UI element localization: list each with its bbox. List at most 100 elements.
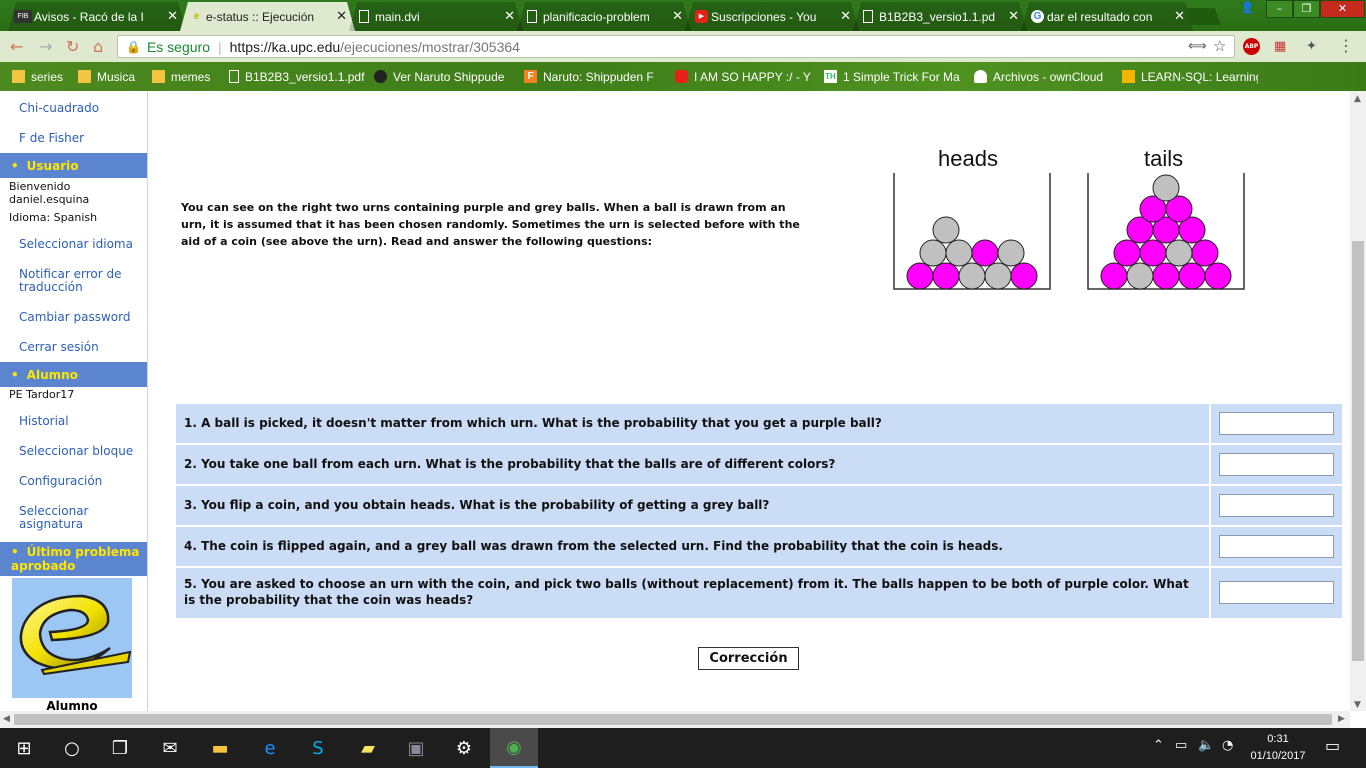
sidebar-link-configuracion[interactable]: Configuración bbox=[19, 475, 102, 488]
sidebar-link-seleccionar-idioma[interactable]: Seleccionar idioma bbox=[19, 238, 133, 251]
tab-e-status[interactable]: e e-status :: Ejecución ✕ bbox=[180, 2, 355, 31]
tab-b1b2b3[interactable]: B1B2B3_versio1.1.pd ✕ bbox=[853, 2, 1027, 31]
question-text: 3. You flip a coin, and you obtain heads… bbox=[184, 498, 770, 512]
sidebar-link-f-de-fisher[interactable]: F de Fisher bbox=[19, 132, 84, 145]
scroll-up-icon[interactable]: ▲ bbox=[1354, 94, 1361, 104]
close-icon[interactable]: ✕ bbox=[167, 8, 178, 24]
close-icon[interactable]: ✕ bbox=[1174, 8, 1185, 24]
wifi-icon[interactable]: ◔ bbox=[1222, 738, 1233, 753]
purple-ball bbox=[1100, 262, 1128, 290]
chrome-icon[interactable]: ◉ bbox=[490, 728, 538, 768]
cell-divider bbox=[1209, 486, 1211, 525]
adblock-icon[interactable]: ABP bbox=[1243, 38, 1260, 55]
edge-icon[interactable]: e bbox=[246, 728, 294, 768]
reload-icon[interactable]: ↻ bbox=[66, 37, 79, 56]
bookmark-happy[interactable]: I AM SO HAPPY :/ - Y bbox=[675, 68, 815, 85]
bookmark-b1b2b3[interactable]: B1B2B3_versio1.1.pdf bbox=[229, 68, 369, 85]
task-view-icon[interactable]: ❐ bbox=[96, 728, 144, 768]
answer-input-5[interactable] bbox=[1219, 581, 1334, 604]
menu-icon[interactable]: ⋮ bbox=[1338, 36, 1354, 55]
purple-ball bbox=[1152, 262, 1180, 290]
app-icon[interactable]: ▣ bbox=[392, 728, 440, 768]
lock-icon: 🔒 bbox=[126, 39, 141, 54]
scroll-down-icon[interactable]: ▼ bbox=[1354, 700, 1361, 710]
bookmark-memes[interactable]: memes bbox=[152, 68, 220, 85]
scroll-left-icon[interactable]: ◀ bbox=[3, 714, 10, 724]
forward-icon[interactable]: → bbox=[39, 37, 52, 56]
tab-strip: FIB Avisos - Racó de la I ✕ e e-status :… bbox=[0, 0, 1366, 31]
question-text: 4. The coin is flipped again, and a grey… bbox=[184, 539, 1003, 553]
file-explorer-icon[interactable]: ▬ bbox=[196, 728, 244, 768]
answer-input-1[interactable] bbox=[1219, 412, 1334, 435]
minimize-icon[interactable]: – bbox=[1266, 0, 1293, 18]
sidebar-link-chi-cuadrado[interactable]: Chi-cuadrado bbox=[19, 102, 99, 115]
cloud-icon bbox=[974, 70, 987, 83]
cell-divider bbox=[1209, 445, 1211, 484]
translate-icon[interactable]: ⟺ bbox=[1188, 39, 1207, 54]
correccion-button[interactable]: Corrección bbox=[698, 647, 799, 670]
purple-ball bbox=[1191, 239, 1219, 267]
sidebar-link-cerrar-sesion[interactable]: Cerrar sesión bbox=[19, 341, 99, 354]
battery-icon[interactable]: ▭ bbox=[1175, 738, 1187, 753]
notifications-icon[interactable]: ▭ bbox=[1325, 736, 1340, 755]
sidebar-link-historial[interactable]: Historial bbox=[19, 415, 69, 428]
bookmark-naruto-1[interactable]: Ver Naruto Shippude bbox=[374, 68, 512, 85]
tab-google-search[interactable]: G dar el resultado con ✕ bbox=[1021, 2, 1193, 31]
bookmark-owncloud[interactable]: Archivos - ownCloud bbox=[974, 68, 1112, 85]
problem-intro: You can see on the right two urns contai… bbox=[181, 201, 800, 248]
skype-icon[interactable]: S bbox=[294, 728, 342, 768]
bookmark-naruto-2[interactable]: F Naruto: Shippuden F bbox=[524, 68, 662, 85]
tab-planificacio[interactable]: planificacio-problem ✕ bbox=[517, 2, 691, 31]
sidebar-heading-ultimo-problema: • Último problema aprobado bbox=[0, 542, 147, 576]
clock-date: 01/10/2017 bbox=[1250, 750, 1306, 762]
document-icon bbox=[359, 10, 369, 23]
close-icon[interactable]: ✕ bbox=[336, 8, 347, 24]
sidebar-link-cambiar-password[interactable]: Cambiar password bbox=[19, 311, 130, 324]
google-icon: G bbox=[1031, 10, 1044, 23]
sidebar-link-notificar-error[interactable]: Notificar error de traducción bbox=[19, 268, 129, 294]
close-icon[interactable]: ✕ bbox=[504, 8, 515, 24]
search-icon[interactable]: ○ bbox=[48, 728, 96, 768]
steam-icon[interactable]: ⚙ bbox=[440, 728, 488, 768]
horizontal-scroll-thumb[interactable] bbox=[14, 714, 1332, 725]
scroll-right-icon[interactable]: ▶ bbox=[1338, 714, 1345, 724]
mail-icon[interactable]: ✉ bbox=[146, 728, 194, 768]
tab-suscripciones[interactable]: ▶ Suscripciones - You ✕ bbox=[685, 2, 859, 31]
extension-icon[interactable]: ✦ bbox=[1306, 39, 1317, 54]
star-icon[interactable]: ☆ bbox=[1213, 37, 1226, 55]
sticky-notes-icon[interactable]: ▰ bbox=[344, 728, 392, 768]
question-text: 2. You take one ball from each urn. What… bbox=[184, 457, 836, 471]
sidebar: Chi-cuadrado F de Fisher • Usuario Bienv… bbox=[0, 91, 148, 711]
user-icon[interactable]: 👤 bbox=[1234, 0, 1261, 18]
tab-main-dvi[interactable]: main.dvi ✕ bbox=[349, 2, 523, 31]
sidebar-link-seleccionar-asignatura[interactable]: Seleccionar asignatura bbox=[19, 505, 109, 531]
answer-input-3[interactable] bbox=[1219, 494, 1334, 517]
bookmark-series[interactable]: series bbox=[12, 68, 78, 85]
sidebar-link-seleccionar-bloque[interactable]: Seleccionar bloque bbox=[19, 445, 133, 458]
close-icon[interactable]: ✕ bbox=[672, 8, 683, 24]
close-icon[interactable]: ✕ bbox=[1008, 8, 1019, 24]
answer-input-4[interactable] bbox=[1219, 535, 1334, 558]
bookmark-musica[interactable]: Musica bbox=[78, 68, 144, 85]
close-icon[interactable]: ✕ bbox=[840, 8, 851, 24]
tab-avisos[interactable]: FIB Avisos - Racó de la I ✕ bbox=[8, 2, 186, 31]
tray-chevron-icon[interactable]: ⌃ bbox=[1153, 738, 1164, 753]
address-bar[interactable]: 🔒 Es seguro | https://ka.upc.edu/ejecuci… bbox=[117, 35, 1235, 58]
bookmark-simple-trick[interactable]: TH 1 Simple Trick For Ma bbox=[824, 68, 962, 85]
calendar-icon[interactable]: ▦ bbox=[1274, 39, 1286, 54]
answer-input-2[interactable] bbox=[1219, 453, 1334, 476]
back-icon[interactable]: ← bbox=[10, 37, 23, 56]
vertical-scroll-thumb[interactable] bbox=[1352, 241, 1364, 661]
restore-icon[interactable]: ❐ bbox=[1293, 0, 1320, 18]
tab-label: e-status :: Ejecución bbox=[206, 9, 315, 24]
window-close-icon[interactable]: ✕ bbox=[1320, 0, 1365, 18]
home-icon[interactable]: ⌂ bbox=[93, 37, 103, 56]
taskbar-clock[interactable]: 0:31 01/10/2017 bbox=[1238, 731, 1318, 765]
sidebar-heading-usuario: • Usuario bbox=[0, 153, 147, 178]
clock-time: 0:31 bbox=[1267, 733, 1289, 745]
folder-icon bbox=[152, 70, 165, 83]
volume-icon[interactable]: 🔈 bbox=[1198, 738, 1214, 753]
windows-start-icon[interactable]: ⊞ bbox=[0, 728, 48, 768]
bookmark-learn-sql[interactable]: LEARN-SQL: Learning bbox=[1122, 68, 1258, 85]
new-tab-button[interactable] bbox=[1184, 8, 1222, 25]
